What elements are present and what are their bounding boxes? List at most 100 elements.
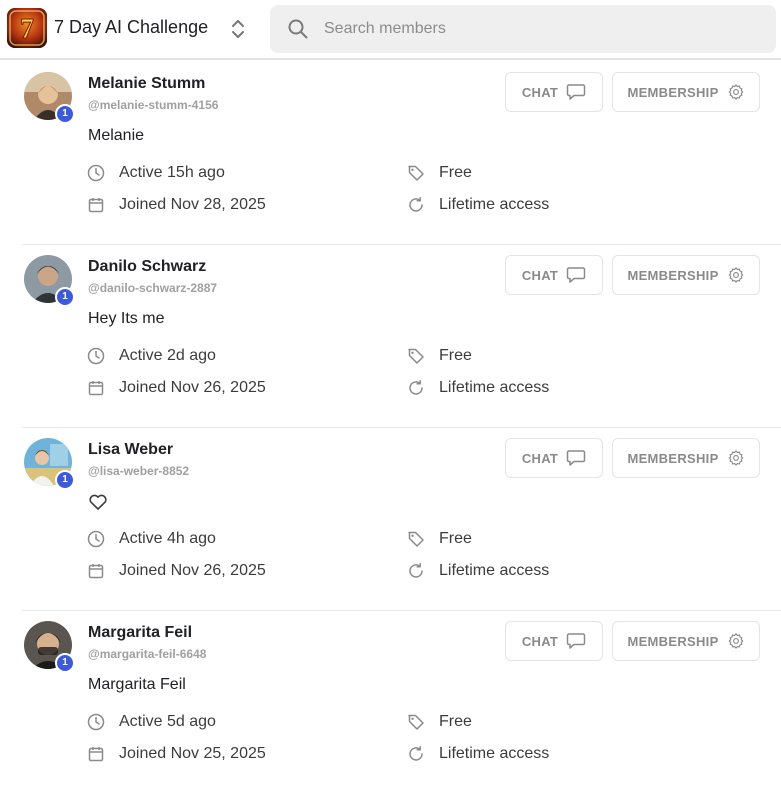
- member-card: 1 Lisa Weber @lisa-weber-8852 CHAT MEMBE…: [0, 428, 781, 611]
- access-duration-text: Lifetime access: [439, 745, 550, 762]
- gear-icon: [728, 633, 743, 649]
- member-card: 1 Danilo Schwarz @danilo-schwarz-2887 He…: [0, 245, 781, 428]
- join-date-text: Joined Nov 26, 2025: [119, 379, 266, 396]
- chat-bubble-icon: [566, 267, 586, 283]
- level-badge: 1: [55, 287, 75, 307]
- membership-price: Free: [407, 347, 472, 365]
- group-switcher-chevron-icon[interactable]: [228, 16, 248, 42]
- member-bio: Melanie: [88, 127, 145, 144]
- last-active-text: Active 4h ago: [119, 530, 216, 547]
- chat-button[interactable]: CHAT: [505, 255, 603, 295]
- chat-button[interactable]: CHAT: [505, 72, 603, 112]
- tag-icon: [408, 714, 424, 730]
- member-handle: @margarita-feil-6648: [88, 647, 207, 661]
- clock-icon: [87, 347, 105, 365]
- membership-button[interactable]: MEMBERSHIP: [612, 438, 760, 478]
- member-bio: Hey Its me: [88, 310, 165, 327]
- chat-bubble-icon: [566, 633, 586, 649]
- membership-button-label: MEMBERSHIP: [627, 450, 719, 466]
- membership-button[interactable]: MEMBERSHIP: [612, 72, 760, 112]
- last-active: Active 4h ago: [87, 530, 216, 548]
- level-badge: 1: [55, 470, 75, 490]
- membership-price: Free: [407, 713, 472, 731]
- last-active-text: Active 2d ago: [119, 347, 216, 364]
- join-date: Joined Nov 26, 2025: [87, 379, 266, 397]
- join-date: Joined Nov 26, 2025: [87, 562, 266, 580]
- access-duration-text: Lifetime access: [439, 379, 550, 396]
- last-active-text: Active 5d ago: [119, 713, 216, 730]
- calendar-icon: [88, 564, 104, 579]
- search-input[interactable]: [324, 5, 764, 53]
- member-handle: @lisa-weber-8852: [88, 464, 190, 478]
- member-name[interactable]: Melanie Stumm: [88, 75, 205, 93]
- access-duration: Lifetime access: [407, 745, 549, 763]
- last-active: Active 2d ago: [87, 347, 216, 365]
- member-handle: @danilo-schwarz-2887: [88, 281, 218, 295]
- chat-button[interactable]: CHAT: [505, 438, 603, 478]
- access-duration: Lifetime access: [407, 562, 549, 580]
- top-bar: 7 7 Day AI Challenge: [0, 0, 781, 60]
- group-logo-graphic: 7: [7, 8, 47, 48]
- tag-icon: [408, 165, 424, 181]
- access-duration-text: Lifetime access: [439, 196, 550, 213]
- chat-button-label: CHAT: [521, 450, 559, 466]
- last-active-text: Active 15h ago: [119, 164, 225, 181]
- member-name[interactable]: Margarita Feil: [88, 624, 192, 642]
- chat-bubble-icon: [566, 84, 586, 100]
- last-active: Active 5d ago: [87, 713, 216, 731]
- join-date-text: Joined Nov 26, 2025: [119, 562, 266, 579]
- membership-price-text: Free: [439, 530, 472, 547]
- member-bio: Margarita Feil: [88, 676, 186, 693]
- membership-price-text: Free: [439, 164, 472, 181]
- membership-price: Free: [407, 530, 472, 548]
- refresh-icon: [409, 197, 423, 212]
- join-date-text: Joined Nov 25, 2025: [119, 745, 266, 762]
- gear-icon: [728, 267, 743, 283]
- gear-icon: [728, 450, 743, 466]
- gear-icon: [728, 84, 743, 100]
- member-card: 1 Melanie Stumm @melanie-stumm-4156 Mela…: [0, 62, 781, 245]
- calendar-icon: [88, 381, 104, 396]
- access-duration-text: Lifetime access: [439, 562, 550, 579]
- clock-icon: [87, 164, 105, 182]
- access-duration: Lifetime access: [407, 196, 549, 214]
- logo-text: 7: [20, 14, 34, 45]
- chat-bubble-icon: [566, 450, 586, 466]
- calendar-icon: [88, 198, 104, 213]
- chat-button-label: CHAT: [521, 633, 559, 649]
- member-card: 1 Margarita Feil @margarita-feil-6648 Ma…: [0, 611, 781, 788]
- membership-button-label: MEMBERSHIP: [627, 633, 719, 649]
- member-name[interactable]: Danilo Schwarz: [88, 258, 206, 276]
- group-logo[interactable]: 7: [7, 8, 47, 48]
- level-badge: 1: [55, 653, 75, 673]
- membership-button-label: MEMBERSHIP: [627, 267, 719, 283]
- refresh-icon: [409, 563, 423, 578]
- search-icon: [288, 19, 308, 39]
- level-badge: 1: [55, 104, 75, 124]
- join-date: Joined Nov 25, 2025: [87, 745, 266, 763]
- membership-price: Free: [407, 164, 472, 182]
- last-active: Active 15h ago: [87, 164, 225, 182]
- tag-icon: [408, 348, 424, 364]
- member-handle: @melanie-stumm-4156: [88, 98, 219, 112]
- member-name[interactable]: Lisa Weber: [88, 441, 173, 459]
- chat-button-label: CHAT: [521, 84, 559, 100]
- refresh-icon: [409, 746, 423, 761]
- membership-price-text: Free: [439, 347, 472, 364]
- join-date-text: Joined Nov 28, 2025: [119, 196, 266, 213]
- search-bar[interactable]: [270, 5, 776, 53]
- join-date: Joined Nov 28, 2025: [87, 196, 266, 214]
- chat-button[interactable]: CHAT: [505, 621, 603, 661]
- clock-icon: [87, 713, 105, 731]
- tag-icon: [408, 531, 424, 547]
- group-name[interactable]: 7 Day AI Challenge: [54, 17, 208, 38]
- heart-outline-icon: [89, 494, 107, 510]
- refresh-icon: [409, 380, 423, 395]
- membership-button[interactable]: MEMBERSHIP: [612, 255, 760, 295]
- membership-price-text: Free: [439, 713, 472, 730]
- membership-button-label: MEMBERSHIP: [627, 84, 719, 100]
- chat-button-label: CHAT: [521, 267, 559, 283]
- clock-icon: [87, 530, 105, 548]
- membership-button[interactable]: MEMBERSHIP: [612, 621, 760, 661]
- access-duration: Lifetime access: [407, 379, 549, 397]
